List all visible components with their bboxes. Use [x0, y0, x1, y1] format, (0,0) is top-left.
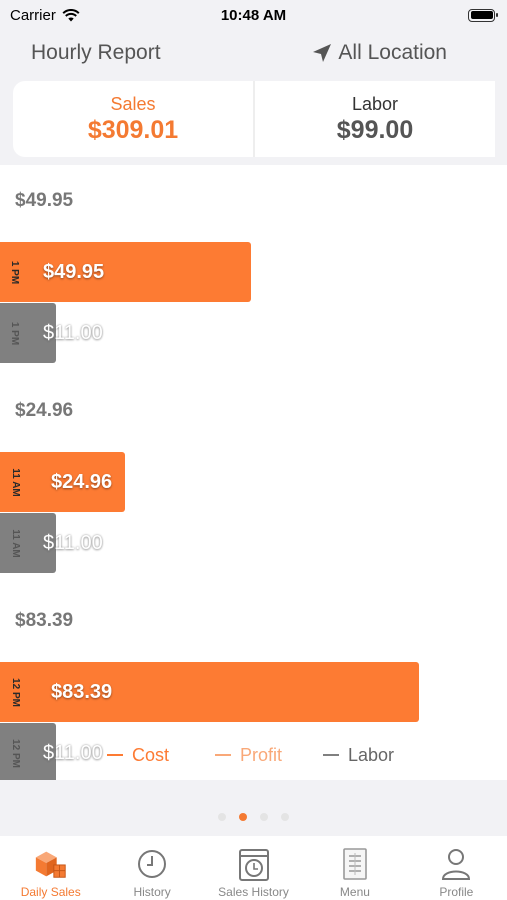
sales-label: Sales: [110, 93, 156, 114]
labor-label: Labor: [351, 93, 399, 114]
header: Hourly Report All Location: [0, 32, 507, 74]
legend-label-labor: Labor: [348, 744, 395, 765]
tab-label: Profile: [439, 885, 474, 899]
hour-label-text: 11 AM: [9, 528, 21, 558]
cost-bar[interactable]: 12 PM $83.39: [0, 662, 419, 722]
tab-daily-sales[interactable]: Daily Sales: [0, 836, 101, 900]
cost-bar[interactable]: 11 AM $24.96: [0, 452, 126, 512]
bar-value-label: $83.39: [51, 680, 113, 703]
hour-label-text: 1 PM: [9, 260, 21, 284]
boxes-icon: [33, 846, 69, 882]
tab-label: History: [133, 885, 171, 899]
page-dot[interactable]: [218, 813, 226, 821]
tab-menu[interactable]: Menu: [304, 836, 405, 900]
clock-icon: [134, 846, 170, 882]
bar-value-label: $49.95: [43, 260, 105, 283]
group-total-label: $83.39: [15, 610, 74, 631]
group-total-label: $49.95: [15, 190, 74, 211]
tab-bar: Daily Sales History Sales History Menu P…: [0, 836, 507, 900]
sales-value: $309.01: [87, 115, 179, 144]
hour-label: 11 AM: [0, 513, 30, 573]
hour-label: 1 PM: [0, 242, 30, 302]
cost-bar[interactable]: 1 PM $49.95: [0, 242, 251, 302]
chart-legend: Cost Profit Labor: [0, 740, 507, 770]
hour-label: 1 PM: [0, 303, 30, 363]
tab-sales-history[interactable]: Sales History: [203, 836, 304, 900]
legend-swatch-cost: [107, 754, 123, 756]
page-indicator[interactable]: [0, 813, 507, 823]
labor-summary[interactable]: Labor $99.00: [253, 81, 495, 157]
person-icon: [438, 846, 474, 882]
tab-label: Daily Sales: [20, 885, 81, 899]
sales-summary[interactable]: Sales $309.01: [13, 81, 253, 157]
wifi-icon: [62, 8, 80, 21]
legend-item-labor: Labor: [323, 745, 394, 766]
page-dot[interactable]: [239, 813, 247, 821]
hour-label-text: 12 PM: [9, 677, 21, 707]
hour-label: 12 PM: [0, 662, 30, 722]
hour-label: 11 AM: [0, 452, 30, 512]
battery-icon: [468, 8, 498, 22]
legend-item-cost: Cost: [107, 745, 169, 766]
summary-card: Sales $309.01 Labor $99.00: [13, 81, 495, 157]
tab-label: Sales History: [218, 885, 289, 899]
page-dot[interactable]: [260, 813, 268, 821]
status-bar: Carrier 10:48 AM: [0, 0, 507, 30]
bar-value-label: $24.96: [51, 470, 113, 493]
carrier-label: Carrier: [10, 6, 56, 24]
tab-history[interactable]: History: [101, 836, 202, 900]
location-selector[interactable]: All Location: [312, 41, 447, 65]
labor-value: $99.00: [336, 115, 414, 144]
legend-label-profit: Profit: [240, 744, 283, 765]
tab-profile[interactable]: Profile: [406, 836, 507, 900]
labor-bar[interactable]: 1 PM $11.00: [0, 303, 103, 363]
hourly-chart[interactable]: $49.95 1 PM $49.95 1 PM $11.00 $24.96 11 AM $24…: [0, 165, 507, 780]
hour-label-text: 1 PM: [9, 321, 21, 345]
bar-value-label: $11.00: [43, 531, 103, 554]
legend-label-cost: Cost: [132, 744, 170, 765]
page-dot[interactable]: [281, 813, 289, 821]
location-arrow-icon: [313, 44, 332, 62]
group-total-label: $24.96: [15, 400, 74, 421]
tab-label: Menu: [339, 885, 370, 899]
bar-value-label: $11.00: [43, 321, 103, 344]
menu-doc-icon: [337, 846, 373, 882]
page-title: Hourly Report: [31, 41, 161, 64]
legend-item-profit: Profit: [215, 745, 282, 766]
calendar-clock-icon: [236, 846, 272, 882]
location-label: All Location: [338, 41, 447, 64]
labor-bar[interactable]: 11 AM $11.00: [0, 513, 103, 573]
hour-label-text: 11 AM: [9, 467, 21, 497]
legend-swatch-profit: [215, 754, 231, 756]
legend-swatch-labor: [323, 754, 339, 756]
